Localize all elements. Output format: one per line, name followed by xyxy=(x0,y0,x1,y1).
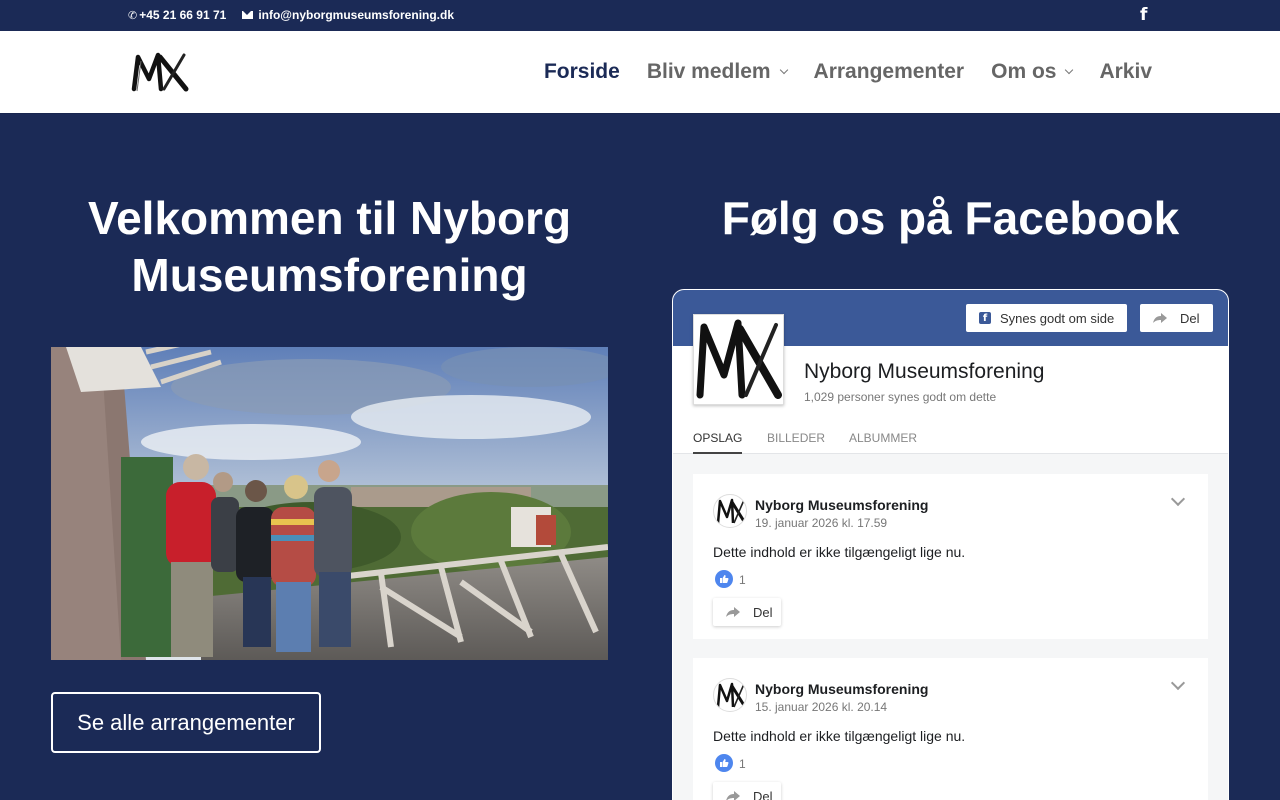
thumbs-up-icon xyxy=(715,754,733,772)
post-date[interactable]: 19. januar 2026 kl. 17.59 xyxy=(755,516,887,530)
email-link[interactable]: info@nyborgmuseumsforening.dk xyxy=(258,8,454,22)
nav-forside[interactable]: Forside xyxy=(544,60,620,84)
post-like-count[interactable]: 1 xyxy=(739,757,746,771)
facebook-page-avatar[interactable] xyxy=(693,314,784,405)
see-all-events-button[interactable]: Se alle arrangementer xyxy=(51,692,321,753)
facebook-page-name[interactable]: Nyborg Museumsforening xyxy=(804,360,1044,384)
welcome-line-2: Museumsforening xyxy=(131,249,528,301)
post-share-label: Del xyxy=(753,604,773,620)
nav-label: Arrangementer xyxy=(813,60,965,83)
facebook-icon[interactable]: f xyxy=(1140,5,1147,25)
top-bar: ✆ +45 21 66 91 71 info@nyborgmuseumsfore… xyxy=(0,0,1280,31)
post-avatar[interactable] xyxy=(713,678,747,712)
post-share-button[interactable]: Del xyxy=(713,782,781,800)
post-text: Dette indhold er ikke tilgængeligt lige … xyxy=(713,544,966,560)
post-date[interactable]: 15. januar 2026 kl. 20.14 xyxy=(755,700,887,714)
share-icon xyxy=(726,791,740,800)
nav-label: Arkiv xyxy=(1099,60,1152,83)
tab-albummer[interactable]: ALBUMMER xyxy=(849,431,917,445)
post-share-label: Del xyxy=(753,788,773,800)
facebook-page-widget: f Synes godt om side Del Nyborg Museumsf… xyxy=(672,289,1229,800)
chevron-down-icon[interactable] xyxy=(1170,675,1186,691)
chevron-down-icon xyxy=(1065,65,1074,75)
post-like-count[interactable]: 1 xyxy=(739,573,746,587)
mail-icon xyxy=(242,11,254,19)
nav-om-os[interactable]: Om os xyxy=(991,60,1074,84)
facebook-post: Nyborg Museumsforening 19. januar 2026 k… xyxy=(693,474,1208,639)
nav-bliv-medlem[interactable]: Bliv medlem xyxy=(646,60,788,84)
thumbs-up-icon xyxy=(715,570,733,588)
share-icon xyxy=(1153,313,1167,323)
site-logo[interactable] xyxy=(130,49,190,95)
nav-label: Om os xyxy=(991,60,1057,83)
chevron-down-icon[interactable] xyxy=(1170,491,1186,507)
welcome-line-1: Velkommen til Nyborg xyxy=(87,192,572,244)
facebook-tabs: OPSLAG BILLEDER ALBUMMER xyxy=(673,418,1228,454)
nav-arkiv[interactable]: Arkiv xyxy=(1099,60,1152,84)
post-text: Dette indhold er ikke tilgængeligt lige … xyxy=(713,728,966,744)
tab-billeder[interactable]: BILLEDER xyxy=(767,431,825,445)
welcome-heading: Velkommen til Nyborg Museumsforening xyxy=(51,190,608,304)
phone-number[interactable]: +45 21 66 91 71 xyxy=(139,8,226,22)
like-page-label: Synes godt om side xyxy=(1000,310,1115,326)
facebook-heading: Følg os på Facebook xyxy=(721,192,1180,244)
tab-opslag[interactable]: OPSLAG xyxy=(693,431,743,454)
post-avatar[interactable] xyxy=(713,494,747,528)
nav-arrangementer[interactable]: Arrangementer xyxy=(814,60,965,84)
main-nav: Forside Bliv medlem Arrangementer Om os … xyxy=(517,31,1152,113)
phone-icon: ✆ xyxy=(128,9,138,22)
post-share-button[interactable]: Del xyxy=(713,598,781,626)
share-icon xyxy=(726,607,740,617)
like-page-button[interactable]: f Synes godt om side xyxy=(966,304,1128,332)
facebook-page-likes: 1,029 personer synes godt om dette xyxy=(804,390,997,404)
cta-label: Se alle arrangementer xyxy=(77,709,295,735)
share-page-button[interactable]: Del xyxy=(1140,304,1213,332)
share-page-label: Del xyxy=(1180,310,1200,326)
post-author[interactable]: Nyborg Museumsforening xyxy=(755,681,928,697)
chevron-down-icon xyxy=(779,65,788,75)
facebook-post: Nyborg Museumsforening 15. januar 2026 k… xyxy=(693,658,1208,800)
contact-info: ✆ +45 21 66 91 71 info@nyborgmuseumsfore… xyxy=(128,8,454,22)
post-author[interactable]: Nyborg Museumsforening xyxy=(755,497,928,513)
hero-photo xyxy=(51,347,608,660)
facebook-icon: f xyxy=(979,312,991,324)
nav-label: Forside xyxy=(543,60,620,83)
site-header: Forside Bliv medlem Arrangementer Om os … xyxy=(0,31,1280,113)
nav-label: Bliv medlem xyxy=(646,60,771,83)
